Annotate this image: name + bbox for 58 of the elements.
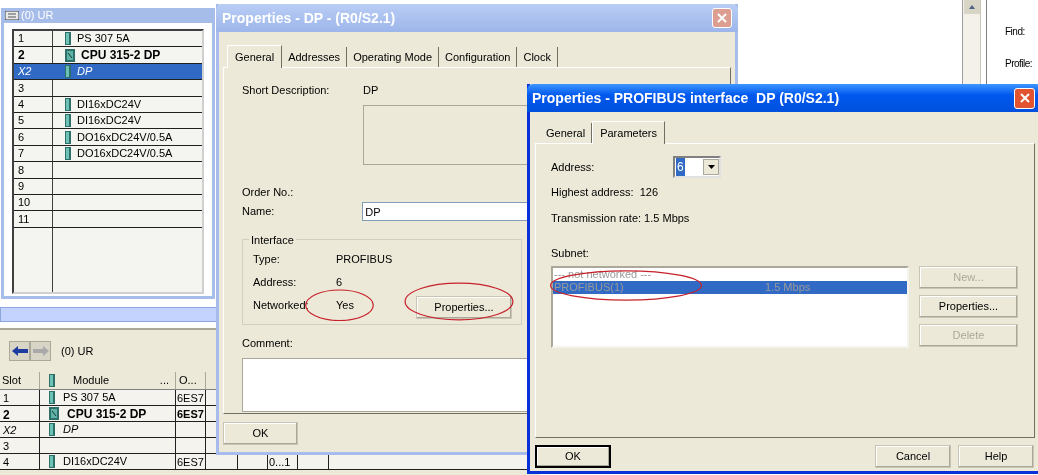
table-cell: X2 [0,422,40,437]
module-cell-text: DO16xDC24V/0.5A [77,146,173,162]
field-label: Address: [253,274,298,290]
field-label: Short Description: [242,83,331,98]
slot-cell-text: 1 [17,31,26,47]
module-cell-text: PS 307 5A [77,31,130,47]
field-label: Profile: [1005,57,1033,71]
field-label: Type: [253,251,281,267]
slot-cell-text: 10 [17,195,32,211]
column-header: Slot [0,372,40,389]
window-title: (0) UR [21,8,54,24]
slot-cell-text: X2 [17,64,33,80]
field-value: Yes [336,298,354,311]
table-cell-text: CPU 315-2 DP [67,405,147,423]
table-cell-text: DI16xDC24V [63,454,128,470]
table-cell: 1 [0,390,40,405]
slot-cell-text: 2 [17,47,26,65]
module-cell-text: CPU 315-2 DP [81,47,161,65]
table-cell-text: PS 307 5A [63,390,116,406]
field-value: 6 [336,275,343,288]
column-header: Module [73,373,110,389]
module-cell-text: DP [77,64,93,80]
field-value: DP [363,83,379,98]
slot-cell-text: 9 [17,178,26,194]
slot-cell-text: 4 [17,97,26,112]
table-cell: 2 [0,406,40,421]
column-header: O... [176,372,206,389]
table-cell: 4 [0,454,40,469]
info-text: Transmission rate: 1.5 Mbps [551,210,691,226]
table-cell: 3 [0,438,40,453]
slot-cell-text: 7 [17,146,26,162]
field-label: Address: [551,159,596,175]
column-resize-marker: ... [159,373,170,389]
slot-cell-text: 8 [17,162,26,178]
slot-cell-text: 11 [17,211,31,227]
slot-cell-text: 6 [17,129,26,145]
info-text: Highest address: 126 [551,185,659,200]
field-label: Name: [242,204,276,220]
field-label: Find: [1005,25,1025,39]
field-label: Comment: [242,336,293,351]
table-cell: 6ES7 [176,390,206,405]
module-cell-text: DI16xDC24V [77,113,142,129]
field-label: Order No.: [242,184,294,200]
module-cell-text: DI16xDC24V [77,97,142,112]
dropdown-value: 6 [676,158,685,176]
rack-label: (0) UR [61,343,94,359]
subnet-name: PROFIBUS(1) [554,279,624,295]
module-cell-text: DO16xDC24V/0.5A [77,129,173,145]
dialog-title: Properties - PROFIBUS interface DP (R0/S2.1) [532,88,840,108]
subnet-rate: 1.5 Mbps [765,279,811,295]
table-cell: 6ES7 [176,406,206,421]
field-label: Subnet: [551,246,590,261]
field-value: PROFIBUS [336,252,393,265]
slot-cell-text: 5 [17,113,26,129]
slot-cell-text: 3 [17,80,26,96]
table-cell-text: DP [63,422,79,438]
dialog-title: Properties - DP - (R0/S2.1) [222,8,396,28]
table-cell: 6ES7 [176,454,206,469]
